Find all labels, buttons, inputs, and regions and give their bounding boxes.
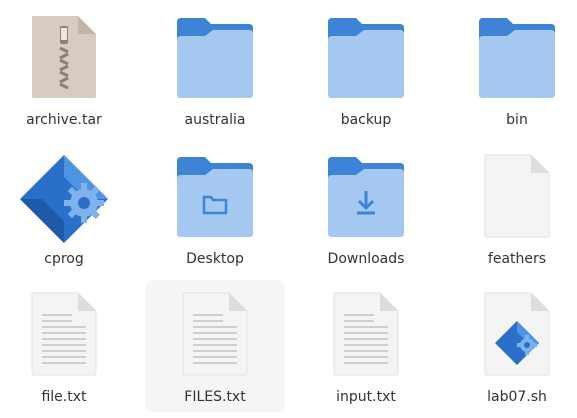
file-label: input.txt [336, 389, 396, 405]
file-item-archive[interactable]: archive.tar [0, 6, 134, 138]
file-item-files-txt[interactable]: FILES.txt [145, 280, 285, 412]
script-file-icon [447, 291, 577, 381]
folder-icon [145, 14, 285, 104]
folder-icon [296, 14, 436, 104]
file-grid: archive.tar australia backup bin cprog D… [0, 0, 577, 418]
file-item-cprog[interactable]: cprog [0, 145, 134, 277]
file-label: archive.tar [26, 112, 102, 128]
file-label: australia [184, 112, 246, 128]
file-label: cprog [44, 251, 84, 267]
text-file-icon [296, 291, 436, 381]
application-icon [0, 153, 134, 243]
file-label: FILES.txt [184, 389, 246, 405]
blank-file-icon [447, 153, 577, 243]
file-item-bin[interactable]: bin [447, 6, 577, 138]
file-item-input-txt[interactable]: input.txt [296, 283, 436, 415]
folder-icon [447, 14, 577, 104]
file-item-backup[interactable]: backup [296, 6, 436, 138]
file-item-file-txt[interactable]: file.txt [0, 283, 134, 415]
file-label: bin [506, 112, 528, 128]
file-item-australia[interactable]: australia [145, 6, 285, 138]
file-item-feathers[interactable]: feathers [447, 145, 577, 277]
file-item-downloads[interactable]: Downloads [296, 145, 436, 277]
file-item-lab07-sh[interactable]: lab07.sh [447, 283, 577, 415]
file-label: file.txt [41, 389, 87, 405]
file-label: feathers [487, 251, 547, 267]
file-item-desktop[interactable]: Desktop [145, 145, 285, 277]
downloads-folder-icon [296, 153, 436, 243]
text-file-icon [0, 291, 134, 381]
file-label: backup [340, 112, 392, 128]
file-label: Downloads [327, 251, 405, 267]
archive-icon [0, 14, 134, 104]
file-label: lab07.sh [487, 389, 547, 405]
file-label: Desktop [186, 251, 244, 267]
text-file-icon [145, 291, 285, 381]
desktop-folder-icon [145, 153, 285, 243]
